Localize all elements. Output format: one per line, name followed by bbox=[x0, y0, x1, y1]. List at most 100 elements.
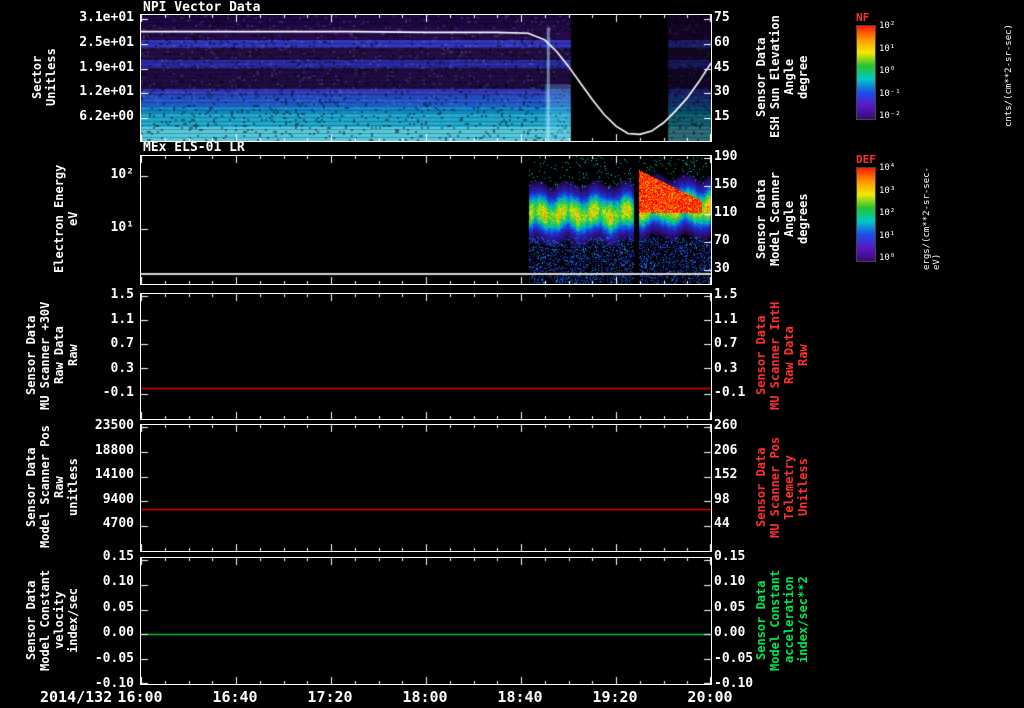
npi-spectrogram-canvas bbox=[141, 15, 711, 141]
colorbar-def-title: DEF bbox=[856, 153, 876, 166]
colorbar-tick-label: 10³ bbox=[879, 185, 896, 196]
x-tick-label: 17:20 bbox=[307, 688, 353, 706]
mu-scanner-line-canvas bbox=[141, 294, 711, 419]
colorbar-tick-label: 10² bbox=[879, 208, 896, 218]
x-tick-label: 19:20 bbox=[592, 688, 638, 706]
y-axis-label-line: Model Constant bbox=[38, 569, 52, 671]
colorbar-tick-label: 10⁻² bbox=[879, 111, 901, 121]
els-spectrogram-canvas bbox=[141, 156, 711, 284]
panel1-left-tick-labels: 3.1e+01 2.5e+01 1.9e+01 1.2e+01 6.2e+00 bbox=[66, 11, 134, 124]
y-axis-label-line: acceleration bbox=[782, 576, 796, 664]
y-axis-label-line: velocity bbox=[52, 591, 66, 649]
tick-label: 1.2e+01 bbox=[79, 84, 134, 100]
y-axis-label-line: ESH Sun Elevation bbox=[768, 15, 782, 139]
colorbar-nf-title: NF bbox=[856, 11, 870, 24]
tick-label: 0.10 bbox=[102, 574, 134, 590]
y-axis-label-line: Sector bbox=[30, 55, 44, 99]
colorbar-nf bbox=[856, 25, 876, 120]
panel3-plot-area bbox=[140, 293, 712, 420]
panel1-title: NPI Vector Data bbox=[143, 0, 261, 15]
y-axis-label-line: Raw Data bbox=[52, 326, 66, 385]
tick-label: 3.1e+01 bbox=[79, 10, 134, 25]
x-tick-label: 16:40 bbox=[212, 688, 258, 706]
colorbar-tick-label: 10² bbox=[879, 21, 896, 31]
colorbar-nf-tick-labels: 10² 10¹ 10⁰ 10⁻¹ 10⁻² bbox=[879, 21, 905, 121]
tick-label: -0.05 bbox=[94, 650, 134, 666]
y-axis-label-line: Sensor Data bbox=[24, 315, 38, 396]
tick-label: -0.1 bbox=[102, 385, 134, 400]
y-axis-label-line: Model Scanner Pos bbox=[38, 425, 52, 549]
colorbar-tick-label: 10⁰ bbox=[879, 66, 896, 76]
x-axis-date-label: 2014/132 bbox=[40, 688, 113, 706]
y-axis-label-line: MU Scanner Pos bbox=[768, 436, 782, 538]
tick-label: 18800 bbox=[94, 442, 134, 458]
y-axis-label-line: MU Scanner +30V bbox=[38, 301, 52, 410]
panel5-right-axis-label: Sensor Data Model Constant acceleration ind… bbox=[754, 557, 810, 683]
scanner-pos-line-canvas bbox=[141, 425, 711, 551]
y-axis-label-line: Model Scanner bbox=[768, 172, 782, 266]
tick-label: 1.5 bbox=[110, 287, 134, 302]
y-axis-label-line: Sensor Data bbox=[24, 580, 38, 660]
panel2-left-tick-labels: 10² 10¹ bbox=[66, 168, 134, 235]
panel5-left-tick-labels: 0.15 0.10 0.05 0.00 -0.05 -0.10 bbox=[66, 550, 134, 691]
y-axis-label-line: index/sec**2 bbox=[796, 576, 810, 664]
tick-label: 0.05 bbox=[102, 599, 134, 615]
figure: NPI Vector Data MEx ELS-01 LR Sector Unit… bbox=[0, 0, 1024, 708]
tick-label: 4700 bbox=[102, 516, 134, 531]
y-axis-label-line: Model Constant bbox=[768, 569, 782, 671]
tick-label: 0.15 bbox=[102, 549, 134, 564]
panel5-plot-area bbox=[140, 557, 712, 685]
colorbar-tick-label: 10⁻¹ bbox=[879, 88, 901, 99]
panel4-plot-area bbox=[140, 424, 712, 552]
tick-label: 0.3 bbox=[110, 360, 134, 376]
colorbar-tick-label: 10¹ bbox=[879, 230, 896, 241]
colorbar-def-tick-labels: 10⁴ 10³ 10² 10¹ 10⁰ bbox=[879, 163, 905, 263]
panel2-title: MEx ELS-01 LR bbox=[143, 140, 245, 155]
y-axis-label-line: Sensor Data bbox=[754, 315, 768, 396]
y-axis-label-line: Angle bbox=[782, 58, 796, 96]
panel1-right-axis-label: Sensor Data ESH Sun Elevation Angle degree bbox=[754, 14, 810, 140]
tick-label: 1.9e+01 bbox=[79, 59, 134, 75]
y-axis-label-line: Unitless bbox=[44, 48, 58, 106]
tick-label: 9400 bbox=[102, 491, 134, 507]
y-axis-label-line: Sensor Data bbox=[24, 447, 38, 527]
panel1-plot-area bbox=[140, 14, 712, 142]
y-axis-label-line: degree bbox=[796, 55, 810, 99]
y-axis-label-line: Sensor Data bbox=[754, 580, 768, 660]
colorbar-def bbox=[856, 167, 876, 262]
y-axis-label-line: Raw bbox=[796, 344, 810, 367]
y-axis-label-line: Raw Data bbox=[782, 326, 796, 385]
y-axis-label-line: Sensor Data bbox=[754, 37, 768, 117]
y-axis-label-line: Angle bbox=[782, 200, 796, 238]
tick-label: 0.00 bbox=[102, 625, 134, 641]
x-axis-tick-labels: 16:00 16:40 17:20 18:00 18:40 19:20 20:00 bbox=[108, 688, 742, 706]
tick-label: 10¹ bbox=[110, 220, 134, 235]
panel3-left-tick-labels: 1.5 1.1 0.7 0.3 -0.1 bbox=[66, 288, 134, 400]
colorbar-tick-label: 10⁴ bbox=[879, 163, 896, 173]
x-tick-label: 16:00 bbox=[117, 688, 163, 706]
y-axis-label-line: Sensor Data bbox=[754, 179, 768, 259]
y-axis-label-line: Unitless bbox=[796, 458, 810, 516]
tick-label: 23500 bbox=[94, 418, 134, 433]
tick-label: 6.2e+00 bbox=[79, 109, 134, 124]
tick-label: 14100 bbox=[94, 467, 134, 482]
tick-label: 1.1 bbox=[110, 311, 134, 327]
y-axis-label-line: Telemetry bbox=[782, 454, 796, 520]
tick-label: 2.5e+01 bbox=[79, 34, 134, 50]
x-tick-label: 18:40 bbox=[497, 688, 543, 706]
tick-label: 10² bbox=[110, 167, 134, 182]
y-axis-label-line: MU Scanner IntH bbox=[768, 301, 782, 410]
panel3-right-axis-label: Sensor Data MU Scanner IntH Raw Data Raw bbox=[754, 293, 810, 418]
colorbar-tick-label: 10¹ bbox=[879, 43, 896, 54]
y-axis-label-line: Electron Energy bbox=[52, 164, 66, 274]
colorbar-tick-label: 10⁰ bbox=[879, 253, 896, 263]
panel4-right-axis-label: Sensor Data MU Scanner Pos Telemetry Unitle… bbox=[754, 424, 810, 550]
panel2-right-axis-label: Sensor Data Model Scanner Angle degrees bbox=[754, 155, 810, 283]
tick-label: 0.7 bbox=[110, 336, 134, 351]
panel1-y-axis-label: Sector Unitless bbox=[30, 14, 58, 140]
y-axis-label-line: Raw bbox=[52, 476, 66, 498]
colorbar-def-units: ergs/(cm**2-sr-sec-eV) bbox=[922, 167, 942, 270]
colorbar-nf-units: cnts/(cm**2-sr-sec) bbox=[1004, 24, 1014, 127]
x-tick-label: 20:00 bbox=[687, 688, 733, 706]
x-tick-label: 18:00 bbox=[402, 688, 448, 706]
